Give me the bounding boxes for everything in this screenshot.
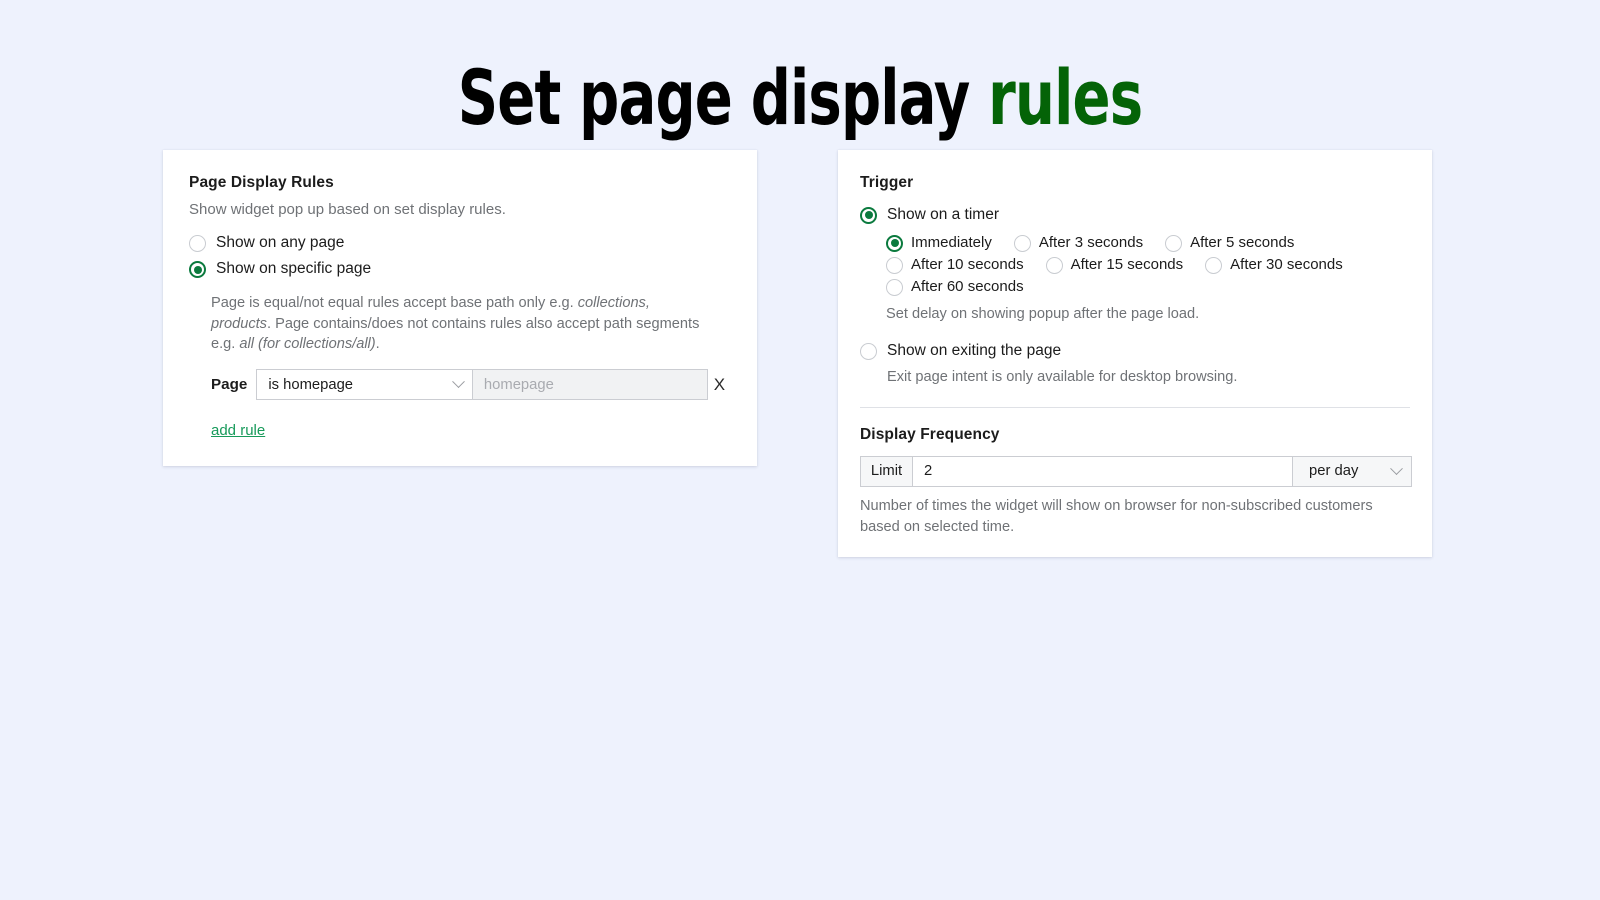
radio-icon-show-on-exit[interactable]: [860, 343, 877, 361]
frequency-period-select[interactable]: per day: [1292, 455, 1412, 487]
page-condition-value: is homepage: [268, 376, 354, 393]
radio-timer-immediately[interactable]: Immediately: [886, 234, 992, 252]
radio-timer-after-3-seconds[interactable]: After 3 seconds: [1013, 234, 1144, 252]
radio-show-on-exit[interactable]: Show on exiting the page: [860, 342, 1410, 361]
page-title-main: Set page display: [457, 53, 989, 142]
trigger-heading: Trigger: [860, 173, 914, 191]
radio-show-on-any-page[interactable]: Show on any page: [189, 234, 731, 253]
radio-icon-show-on-timer[interactable]: [860, 206, 877, 224]
radio-icon-after-30-seconds[interactable]: [1205, 256, 1223, 274]
radio-label-after-30-seconds: After 30 seconds: [1230, 256, 1343, 274]
timer-note: Set delay on showing popup after the pag…: [886, 306, 1200, 323]
remove-rule-button[interactable]: X: [708, 369, 731, 400]
radio-label-show-on-timer: Show on a timer: [887, 205, 999, 223]
display-frequency-note: Number of times the widget will show on …: [860, 497, 1373, 535]
display-frequency-heading: Display Frequency: [860, 425, 1000, 443]
rules-helper-text: Page is equal/not equal rules accept bas…: [211, 293, 711, 355]
chevron-down-icon: [452, 375, 465, 389]
section-divider: [860, 406, 1410, 408]
radio-icon-specific-page[interactable]: [189, 261, 206, 279]
display-frequency-group: Limit 2 per day: [860, 455, 1412, 487]
radio-icon-after-5-seconds[interactable]: [1165, 234, 1183, 252]
page-display-rules-subheading: Show widget pop up based on set display …: [189, 200, 506, 218]
radio-show-on-timer[interactable]: Show on a timer: [860, 206, 1410, 225]
radio-label-show-on-exit: Show on exiting the page: [887, 342, 1062, 360]
helper-text-part1: Page is equal/not equal rules accept bas…: [211, 294, 578, 311]
page-condition-select[interactable]: is homepage: [256, 369, 473, 401]
page-title: Set page display rules: [144, 0, 1456, 138]
radio-icon-after-15-seconds[interactable]: [1045, 256, 1063, 274]
limit-value-input[interactable]: 2: [913, 455, 1292, 487]
add-rule-link[interactable]: add rule: [211, 422, 265, 439]
radio-timer-after-10-seconds[interactable]: After 10 seconds: [886, 256, 1024, 274]
timer-delay-options: Immediately After 3 seconds After 5 seco…: [886, 234, 1356, 296]
radio-label-any-page: Show on any page: [216, 233, 345, 251]
page-value-input[interactable]: homepage: [472, 369, 708, 401]
radio-timer-after-60-seconds[interactable]: After 60 seconds: [886, 278, 1024, 296]
page-rule-row: Page is homepage homepage X: [211, 369, 731, 401]
helper-text-part3: .: [375, 336, 380, 353]
radio-icon-after-60-seconds[interactable]: [886, 278, 903, 296]
radio-label-specific-page: Show on specific page: [216, 260, 372, 278]
radio-label-immediately: Immediately: [911, 234, 992, 252]
page-display-rules-heading: Page Display Rules: [189, 173, 334, 191]
radio-icon-any-page[interactable]: [189, 234, 206, 252]
radio-label-after-60-seconds: After 60 seconds: [911, 278, 1024, 296]
radio-label-after-5-seconds: After 5 seconds: [1190, 234, 1295, 252]
limit-prefix-label: Limit: [860, 455, 913, 487]
cards-board: Page Display Rules Show widget pop up ba…: [0, 138, 1600, 758]
chevron-down-icon: [1390, 462, 1403, 476]
radio-icon-after-10-seconds[interactable]: [886, 256, 903, 274]
page-display-rules-card: Page Display Rules Show widget pop up ba…: [163, 149, 757, 467]
radio-timer-after-30-seconds[interactable]: After 30 seconds: [1205, 256, 1343, 274]
radio-label-after-15-seconds: After 15 seconds: [1070, 256, 1184, 274]
page-title-accent: rules: [988, 53, 1143, 142]
radio-timer-after-15-seconds[interactable]: After 15 seconds: [1045, 256, 1184, 274]
radio-icon-after-3-seconds[interactable]: [1013, 234, 1031, 252]
helper-text-emphasis2: all (for collections/all): [239, 336, 376, 353]
radio-label-after-10-seconds: After 10 seconds: [911, 256, 1024, 274]
radio-icon-immediately[interactable]: [886, 234, 903, 252]
page-rule-label: Page: [211, 376, 248, 394]
radio-show-on-specific-page[interactable]: Show on specific page: [189, 260, 731, 279]
frequency-period-value: per day: [1309, 463, 1359, 480]
exit-intent-note: Exit page intent is only available for d…: [887, 368, 1238, 385]
radio-timer-after-5-seconds[interactable]: After 5 seconds: [1165, 234, 1294, 252]
trigger-card: Trigger Show on a timer Immediately Afte…: [838, 149, 1432, 558]
radio-label-after-3-seconds: After 3 seconds: [1038, 234, 1144, 252]
